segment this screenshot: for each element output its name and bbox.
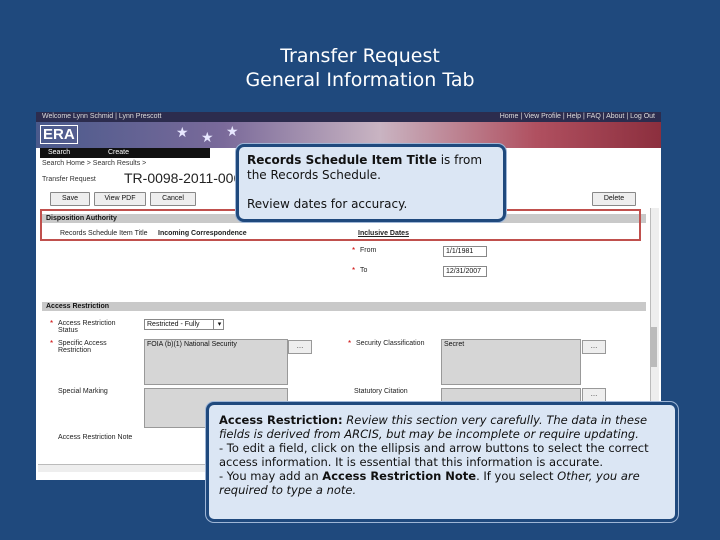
ellipsis-button[interactable]: … bbox=[288, 340, 312, 354]
scrollbar-thumb[interactable] bbox=[651, 327, 657, 367]
view-pdf-button[interactable]: View PDF bbox=[94, 192, 146, 206]
specific-access-restriction-field[interactable]: FOIA (b)(1) National Security bbox=[144, 339, 288, 385]
access-restriction-status-select[interactable]: Restricted - Fully bbox=[144, 319, 222, 330]
tab-search[interactable]: Search bbox=[48, 148, 70, 158]
top-links[interactable]: Home | View Profile | Help | FAQ | About… bbox=[500, 112, 655, 122]
tab-create[interactable]: Create bbox=[108, 148, 129, 158]
ellipsis-button[interactable]: … bbox=[582, 388, 606, 402]
required-marker: * bbox=[352, 246, 356, 255]
callout-bold: Records Schedule Item Title bbox=[247, 153, 437, 167]
required-marker: * bbox=[348, 339, 352, 348]
required-marker: * bbox=[352, 266, 356, 275]
special-marking-label: Special Marking bbox=[58, 388, 108, 395]
nav-tabs: Search Create bbox=[40, 148, 210, 158]
callout-bold: Access Restriction Note bbox=[322, 469, 477, 483]
callout-text: - You may add an bbox=[219, 469, 323, 483]
slide-title: Transfer Request General Information Tab bbox=[0, 44, 720, 92]
welcome-text: Welcome Lynn Schmid | Lynn Prescott bbox=[42, 113, 162, 120]
era-logo: ERA bbox=[40, 125, 78, 144]
transfer-request-number: TR-0098-2011-0065 bbox=[124, 170, 250, 186]
delete-button[interactable]: Delete bbox=[592, 192, 636, 206]
star-icon: ★ bbox=[176, 124, 189, 140]
callout-text: Review dates for accuracy. bbox=[247, 197, 408, 211]
callout-italic: Other bbox=[557, 469, 589, 483]
statutory-citation-label: Statutory Citation bbox=[354, 388, 408, 395]
access-restriction-header: Access Restriction bbox=[42, 302, 646, 311]
breadcrumb[interactable]: Search Home > Search Results > bbox=[42, 160, 146, 167]
security-classification-label: Security Classification bbox=[356, 340, 425, 347]
required-marker: * bbox=[50, 319, 54, 328]
cancel-button[interactable]: Cancel bbox=[150, 192, 196, 206]
required-marker: * bbox=[50, 339, 54, 348]
to-date-input[interactable]: 12/31/2007 bbox=[443, 266, 487, 277]
access-restriction-status-label: Access Restriction Status bbox=[58, 320, 116, 334]
top-bar: Welcome Lynn Schmid | Lynn Prescott Home… bbox=[36, 112, 661, 122]
callout-text: . If you select bbox=[476, 469, 558, 483]
star-icon: ★ bbox=[201, 129, 214, 145]
specific-access-restriction-label: Specific Access Restriction bbox=[58, 340, 107, 354]
from-label: From bbox=[360, 247, 377, 254]
slide-title-line1: Transfer Request bbox=[280, 45, 440, 67]
to-label: To bbox=[360, 267, 368, 274]
from-date-input[interactable]: 1/1/1981 bbox=[443, 246, 487, 257]
callout-bold: Access Restriction: bbox=[219, 413, 343, 427]
transfer-request-label: Transfer Request bbox=[42, 176, 96, 183]
star-icon: ★ bbox=[226, 123, 239, 139]
slide-title-line2: General Information Tab bbox=[245, 69, 475, 91]
save-button[interactable]: Save bbox=[50, 192, 90, 206]
security-classification-field[interactable]: Secret bbox=[441, 339, 581, 385]
chevron-down-icon[interactable]: ▾ bbox=[213, 319, 224, 330]
callout-access-restriction: Access Restriction: Review this section … bbox=[206, 402, 678, 522]
callout-records-schedule: Records Schedule Item Title is from the … bbox=[236, 144, 506, 222]
callout-text: - To edit a field, click on the ellipsis… bbox=[219, 441, 649, 469]
access-restriction-note-label: Access Restriction Note bbox=[58, 434, 133, 441]
ellipsis-button[interactable]: … bbox=[582, 340, 606, 354]
